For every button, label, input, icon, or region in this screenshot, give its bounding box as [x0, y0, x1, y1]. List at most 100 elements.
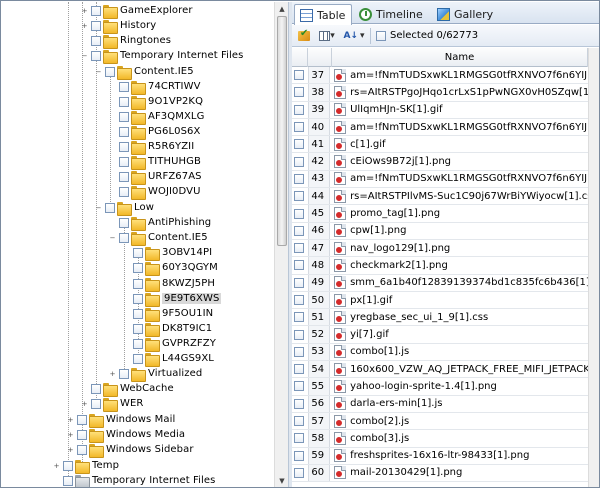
table-row[interactable]: 60 mail-20130429[1].png: [292, 464, 588, 483]
tree-item-checkbox[interactable]: [91, 20, 101, 31]
tree-item-checkbox[interactable]: [133, 308, 143, 319]
checkbox[interactable]: [293, 381, 304, 392]
table-row[interactable]: 50 px[1].gif: [292, 291, 588, 310]
column-header-check[interactable]: [292, 48, 308, 67]
table-row[interactable]: 58 combo[3].js: [292, 430, 588, 448]
tree-item-checkbox[interactable]: [63, 475, 73, 486]
checkbox[interactable]: [293, 433, 304, 444]
tree-item-checkbox[interactable]: [133, 278, 143, 289]
sort-button[interactable]: A↓ ▾: [342, 27, 366, 45]
tree-item[interactable]: 8KWZJ5PH: [122, 276, 215, 292]
tree-item[interactable]: L44GS9XL: [122, 351, 214, 367]
tree-item[interactable]: − Low: [94, 200, 154, 216]
scroll-down-arrow-icon[interactable]: ▼: [275, 474, 289, 487]
tree-item[interactable]: + GameExplorer: [80, 3, 193, 19]
checkbox[interactable]: [293, 104, 304, 115]
checkbox[interactable]: [293, 87, 304, 98]
tree-scrollbar[interactable]: ▲ ▼: [274, 2, 289, 487]
tree-item-checkbox[interactable]: [133, 353, 143, 364]
scroll-up-arrow-icon[interactable]: ▲: [275, 2, 289, 16]
row-checkbox-cell[interactable]: [292, 329, 308, 340]
tree-item[interactable]: GVPRZFZY: [122, 336, 216, 352]
tree-item-checkbox[interactable]: [91, 50, 101, 61]
expand-icon[interactable]: +: [80, 399, 89, 408]
table-row[interactable]: 45 promo_tag[1].png: [292, 205, 588, 223]
tree-item[interactable]: + Temp: [52, 458, 119, 474]
tree-item-checkbox[interactable]: [91, 5, 101, 16]
tree-item-checkbox[interactable]: [77, 429, 87, 440]
tree-item-checkbox[interactable]: [119, 217, 129, 228]
tree-item-checkbox[interactable]: [119, 81, 129, 92]
select-all-checkbox[interactable]: Selected 0/62773: [376, 30, 478, 41]
tree-item-checkbox[interactable]: [77, 414, 87, 425]
row-checkbox-cell[interactable]: [292, 87, 308, 98]
checkbox[interactable]: [293, 225, 304, 236]
tab-gallery[interactable]: Gallery: [432, 4, 502, 24]
tree-item-checkbox[interactable]: [133, 323, 143, 334]
table-row[interactable]: 40 am=!fNmTUDSxwKL1RMGSG0tfRXNVO7f6n6YIJm…: [292, 118, 588, 137]
expand-icon[interactable]: +: [108, 369, 117, 378]
columns-button[interactable]: ▾: [316, 27, 338, 45]
expand-icon[interactable]: +: [80, 6, 89, 15]
table-row[interactable]: 49 smm_6a1b40f12839139374bd1c835fc6b436[1…: [292, 274, 588, 292]
tree-item-checkbox[interactable]: [119, 156, 129, 167]
table-row[interactable]: 42 cEiOws9B72j[1].png: [292, 153, 588, 171]
table-row[interactable]: 47 nav_logo129[1].png: [292, 239, 588, 258]
tree-item[interactable]: AntiPhishing: [108, 215, 211, 231]
table-row[interactable]: 55 yahoo-login-sprite-1.4[1].png: [292, 378, 588, 396]
tree-item-checkbox[interactable]: [133, 262, 143, 273]
tree-item[interactable]: 9F5OU1IN: [122, 306, 213, 322]
tree-item[interactable]: 9E9T6XWS: [122, 291, 222, 307]
folder-tree[interactable]: + GameExplorer + History Ringtones − Temporary…: [2, 2, 274, 487]
tree-item[interactable]: WOJI0DVU: [108, 184, 201, 200]
tree-item[interactable]: + Windows Mail: [66, 412, 175, 428]
tree-item[interactable]: Temporary Internet Files: [52, 473, 215, 487]
tree-item[interactable]: 60Y3QGYM: [122, 260, 218, 276]
expand-icon[interactable]: +: [66, 445, 75, 454]
checkbox[interactable]: [293, 450, 304, 461]
tree-item-checkbox[interactable]: [105, 202, 115, 213]
tree-item-checkbox[interactable]: [119, 111, 129, 122]
tree-item[interactable]: PG6L0S6X: [108, 124, 200, 140]
row-checkbox-cell[interactable]: [292, 381, 308, 392]
row-checkbox-cell[interactable]: [292, 173, 308, 184]
row-checkbox-cell[interactable]: [292, 398, 308, 409]
checkbox[interactable]: [293, 173, 304, 184]
checkbox[interactable]: [293, 312, 304, 323]
collapse-icon[interactable]: −: [108, 233, 117, 242]
tree-item-checkbox[interactable]: [63, 460, 73, 471]
tree-item-checkbox[interactable]: [77, 444, 87, 455]
column-header-index[interactable]: [308, 48, 332, 67]
tree-item[interactable]: + Virtualized: [108, 366, 202, 382]
tree-item-checkbox[interactable]: [119, 232, 129, 243]
tree-item[interactable]: + History: [80, 18, 156, 34]
table-row[interactable]: 56 darla-ers-min[1].js: [292, 395, 588, 413]
row-checkbox-cell[interactable]: [292, 416, 308, 427]
tree-item[interactable]: R5R6YZII: [108, 139, 194, 155]
tree-item-checkbox[interactable]: [119, 368, 129, 379]
tree-item[interactable]: URFZ67AS: [108, 169, 202, 185]
tree-item[interactable]: TITHUHGB: [108, 154, 201, 170]
checkbox[interactable]: [293, 208, 304, 219]
table-scrollbar[interactable]: [588, 48, 599, 487]
row-checkbox-cell[interactable]: [292, 104, 308, 115]
checkbox[interactable]: [293, 122, 304, 133]
table-row[interactable]: 51 yregbase_sec_ui_1_9[1].css: [292, 309, 588, 327]
checkbox[interactable]: [293, 191, 304, 202]
tree-item[interactable]: Ringtones: [80, 33, 171, 49]
tree-item[interactable]: DK8T9IC1: [122, 321, 212, 337]
check-items-button[interactable]: [296, 27, 312, 45]
tree-item-checkbox[interactable]: [91, 383, 101, 394]
tree-item[interactable]: AF3QMXLG: [108, 109, 204, 125]
table-row[interactable]: 43 am=!fNmTUDSxwKL1RMGSG0tfRXNVO7f6n6YIJm…: [292, 170, 588, 189]
expand-icon[interactable]: +: [80, 21, 89, 30]
row-checkbox-cell[interactable]: [292, 450, 308, 461]
table-row[interactable]: 46 cpw[1].png: [292, 222, 588, 240]
tree-scroll-thumb[interactable]: [277, 16, 287, 246]
checkbox[interactable]: [376, 30, 386, 41]
tree-item[interactable]: 74CRTIWV: [108, 79, 201, 95]
checkbox[interactable]: [293, 295, 304, 305]
tree-item-checkbox[interactable]: [133, 293, 143, 304]
tab-table[interactable]: Table: [294, 4, 352, 25]
tree-item-checkbox[interactable]: [119, 96, 129, 107]
